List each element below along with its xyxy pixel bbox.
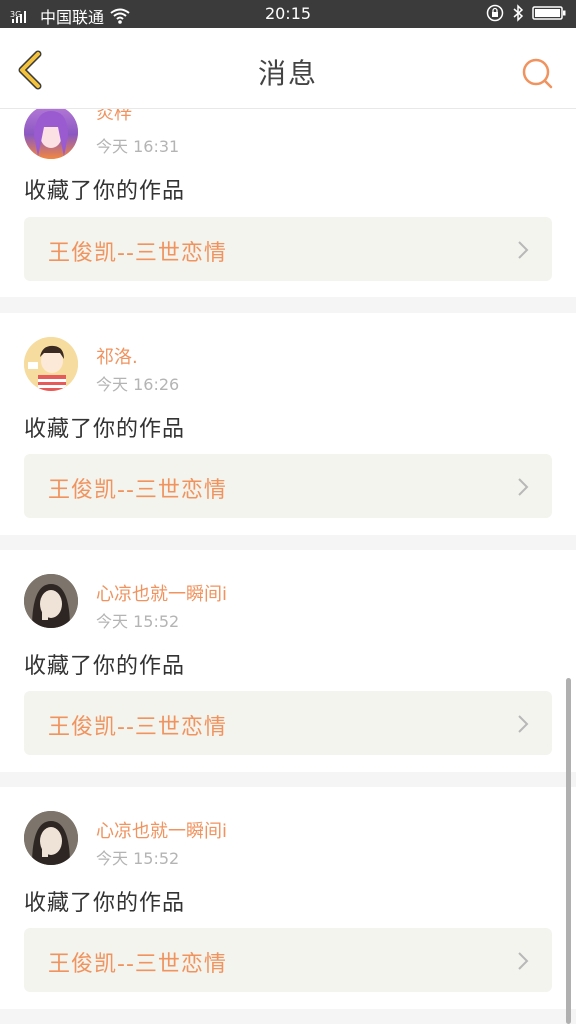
action-text: 收藏了你的作品	[24, 417, 186, 442]
app-header: 消息	[0, 28, 576, 109]
scrollbar[interactable]	[566, 678, 571, 1024]
message-list: 炎梓 今天 16:31 收藏了你的作品 王俊凯--三世恋情 祁洛. 今天 16:…	[0, 109, 576, 1024]
message-time: 今天 15:52	[96, 612, 180, 631]
work-link[interactable]: 王俊凯--三世恋情	[24, 928, 552, 992]
search-button[interactable]	[520, 56, 554, 90]
message-card: 心凉也就一瞬间i 今天 15:52 收藏了你的作品 王俊凯--三世恋情	[0, 787, 576, 1009]
message-time: 今天 16:31	[96, 137, 180, 156]
message-time: 今天 16:26	[96, 375, 180, 394]
action-text: 收藏了你的作品	[24, 654, 186, 679]
message-time: 今天 15:52	[96, 849, 180, 868]
battery-icon	[532, 5, 566, 21]
page-title: 消息	[257, 57, 318, 90]
avatar[interactable]	[24, 109, 78, 159]
work-title: 王俊凯--三世恋情	[48, 952, 227, 977]
action-text: 收藏了你的作品	[24, 179, 186, 204]
username[interactable]: 炎梓	[96, 109, 132, 125]
chevron-right-icon	[518, 478, 529, 496]
avatar[interactable]	[24, 811, 78, 865]
rotation-lock-icon	[486, 4, 504, 22]
message-card: 炎梓 今天 16:31 收藏了你的作品 王俊凯--三世恋情	[0, 109, 576, 297]
avatar[interactable]	[24, 337, 78, 391]
work-link[interactable]: 王俊凯--三世恋情	[24, 217, 552, 281]
username[interactable]: 祁洛.	[96, 343, 138, 369]
chevron-right-icon	[518, 952, 529, 970]
chevron-right-icon	[518, 715, 529, 733]
work-title: 王俊凯--三世恋情	[48, 241, 227, 266]
bluetooth-icon	[512, 4, 524, 22]
username[interactable]: 心凉也就一瞬间i	[96, 817, 227, 843]
action-text: 收藏了你的作品	[24, 891, 186, 916]
status-bar: 3G 中国联通 20:15	[0, 0, 576, 28]
message-card: 祁洛. 今天 16:26 收藏了你的作品 王俊凯--三世恋情	[0, 313, 576, 535]
username[interactable]: 心凉也就一瞬间i	[96, 580, 227, 606]
work-link[interactable]: 王俊凯--三世恋情	[24, 691, 552, 755]
search-icon	[522, 58, 553, 89]
work-title: 王俊凯--三世恋情	[48, 715, 227, 740]
work-link[interactable]: 王俊凯--三世恋情	[24, 454, 552, 518]
chevron-right-icon	[518, 241, 529, 259]
work-title: 王俊凯--三世恋情	[48, 478, 227, 503]
avatar[interactable]	[24, 574, 78, 628]
message-card: 心凉也就一瞬间i 今天 15:52 收藏了你的作品 王俊凯--三世恋情	[0, 550, 576, 772]
